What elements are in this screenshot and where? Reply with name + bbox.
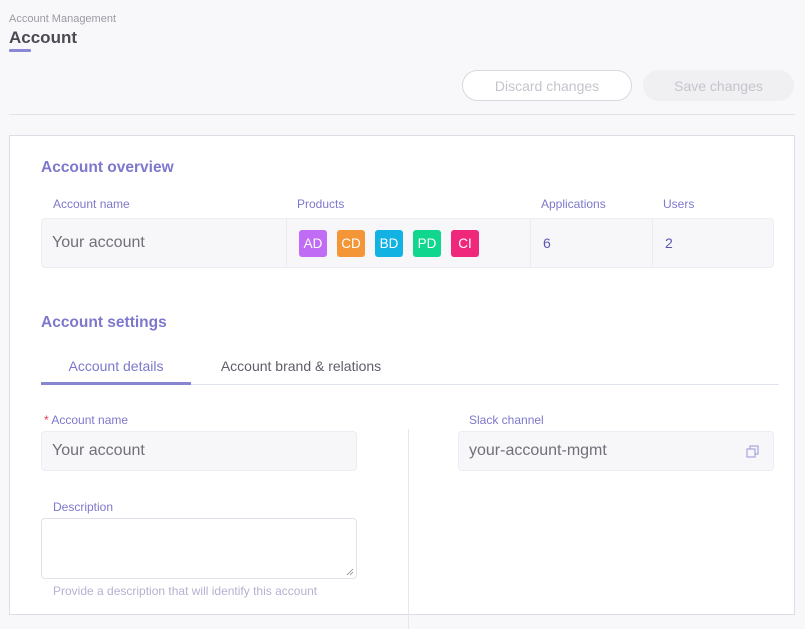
- resize-handle-icon[interactable]: [346, 568, 354, 576]
- slack-channel-input[interactable]: your-account-mgmt: [458, 431, 774, 471]
- account-card: Account overview Account name Products A…: [9, 135, 795, 629]
- settings-tabs: Account details Account brand & relation…: [41, 349, 779, 385]
- product-badge-bd: BD: [375, 229, 403, 257]
- account-name-label-text: Account name: [51, 413, 129, 427]
- product-badge-cd: CD: [337, 229, 365, 257]
- description-label: Description: [53, 500, 114, 514]
- required-mark: *: [44, 413, 49, 427]
- overview-account-name: Your account: [52, 234, 145, 251]
- slack-channel-value: your-account-mgmt: [469, 442, 607, 459]
- save-changes-button[interactable]: Save changes: [643, 70, 794, 101]
- overview-products: AD CD BD PD CI: [287, 219, 530, 267]
- tab-account-details[interactable]: Account details: [41, 349, 191, 385]
- description-hint: Provide a description that will identify…: [53, 584, 318, 598]
- vertical-divider: [408, 429, 409, 629]
- column-label-users: Users: [663, 197, 695, 211]
- tab-account-brand-relations[interactable]: Account brand & relations: [201, 349, 401, 382]
- description-textarea[interactable]: [41, 518, 357, 579]
- discard-changes-button[interactable]: Discard changes: [462, 70, 632, 101]
- overview-users-count: 2: [665, 235, 673, 251]
- column-label-account-name: Account name: [53, 197, 130, 211]
- product-badge-pd: PD: [413, 229, 441, 257]
- title-underline: [9, 49, 31, 52]
- account-name-input[interactable]: Your account: [41, 431, 357, 471]
- header-divider: [9, 114, 795, 115]
- product-badge-ci: CI: [451, 229, 479, 257]
- copy-icon[interactable]: [745, 444, 761, 460]
- account-name-label: * Account name: [44, 413, 128, 427]
- slack-channel-label: Slack channel: [469, 413, 544, 427]
- breadcrumb: Account Management: [9, 13, 117, 25]
- product-badge-ad: AD: [299, 229, 327, 257]
- overview-applications-count: 6: [543, 235, 551, 251]
- overview-row: Your account AD CD BD PD CI 6 2: [41, 218, 774, 268]
- column-label-products: Products: [297, 197, 345, 211]
- column-label-applications: Applications: [541, 197, 606, 211]
- account-overview-title: Account overview: [41, 159, 174, 176]
- account-settings-title: Account settings: [41, 314, 167, 331]
- page-title: Account: [9, 28, 77, 47]
